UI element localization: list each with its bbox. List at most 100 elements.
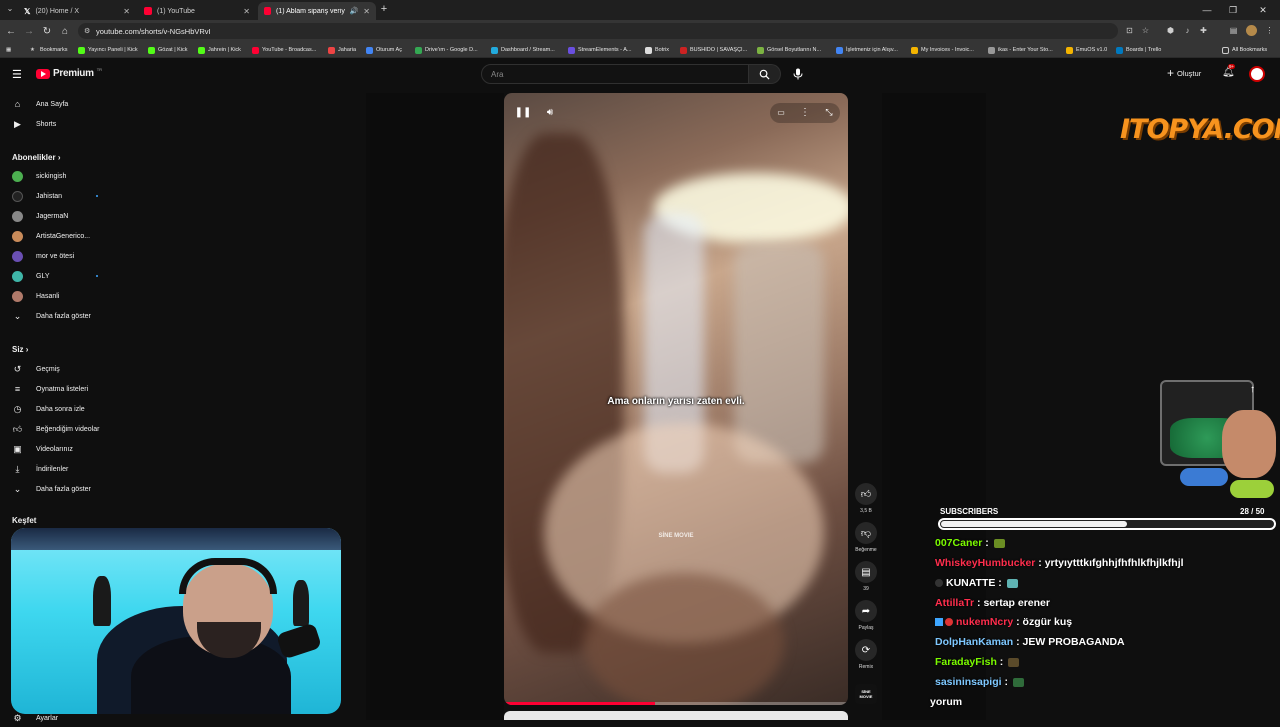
sidebar-item-channel[interactable]: ArtistaGenerico... [0,227,116,245]
back-icon[interactable]: ← [4,24,18,38]
tab-youtube[interactable]: (1) YouTube ✕ [138,2,256,20]
speaker-icon[interactable]: 🔊 [350,7,359,15]
bookmark-item[interactable]: İşletmeniz için Alışv... [836,44,898,56]
youtube-premium-logo[interactable]: Premium TR [36,67,102,79]
bookmark-item[interactable]: EmuOS v1.0 [1066,44,1107,56]
tab-x-home[interactable]: 𝕏 (20) Home / X ✕ [18,2,136,20]
show-more-subscriptions[interactable]: ⌄ Daha fazla göster [0,307,116,325]
sidebar-item-channel[interactable]: Jahistan [0,187,116,205]
bookmark-item[interactable]: Jahrein | Kick [198,44,241,56]
profile-avatar[interactable] [1246,25,1257,36]
media-icon[interactable]: ♪ [1182,25,1193,36]
dislike-button[interactable]: 👎︎ Beğenme [852,522,880,553]
sidebar-item-channel[interactable]: GLY [0,267,116,285]
menu-kebab-icon[interactable]: ⋮ [1264,25,1275,36]
bookmark-item[interactable]: Yayıncı Paneli | Kick [78,44,138,56]
all-bookmarks[interactable]: All Bookmarks [1222,44,1267,56]
sidebar-item-watch-later[interactable]: ◷ Daha sonra izle [0,400,116,418]
figurine-shelf [11,528,341,550]
bookmark-item[interactable]: StreamElements - A... [568,44,632,56]
dislike-icon: 👎︎ [855,522,877,544]
pause-icon[interactable]: ❚❚ [514,103,532,121]
url-field[interactable]: ⚙ youtube.com/shorts/v-NGsHbVRvI [78,23,1118,39]
home-icon[interactable]: ⌂ [58,24,72,38]
show-more-you[interactable]: ⌄ Daha fazla göster [0,480,116,498]
close-icon[interactable]: ✕ [243,7,250,16]
share-button[interactable]: ➦ Paylaş [852,600,880,631]
reload-icon[interactable]: ↻ [40,24,54,38]
apps-grid-icon[interactable]: ▦ [6,44,11,56]
bookmark-item[interactable]: Drive'ım - Google D... [415,44,478,56]
extension-icon[interactable]: ⬢ [1165,25,1176,36]
minimize-icon[interactable]: — [1194,0,1220,20]
subscribers-label: SUBSCRIBERS [940,507,999,516]
close-icon[interactable]: ✕ [123,7,130,16]
new-tab-button[interactable]: + [378,3,390,17]
channel-badge[interactable]: SİNE MOVIE [855,684,877,704]
chat-badge-icon [935,579,943,588]
install-app-icon[interactable]: ⊡ [1124,25,1135,36]
mascot-item [1230,480,1274,498]
search-icon [759,69,770,80]
chat-message: AttillaTr : sertap erener [935,597,1050,609]
account-avatar[interactable] [1249,66,1265,82]
tab-search-icon[interactable]: ⌄ [4,4,16,16]
bookmark-item[interactable]: Jaharia [328,44,356,56]
sidebar-item-downloads[interactable]: ⤓ İndirilenler [0,460,116,478]
sidebar-item-liked[interactable]: 👍︎ Beğendiğim videolar [0,420,116,438]
comments-button[interactable]: ▤ 39 [852,561,880,592]
bookmark-star-icon[interactable]: ☆ [1140,25,1151,36]
extensions-puzzle-icon[interactable]: ✚ [1198,25,1209,36]
sidebar-icon[interactable]: ▤ [1228,25,1239,36]
like-button[interactable]: 👍︎ 3,5 B [852,483,880,514]
close-icon[interactable]: ✕ [363,7,370,16]
forward-icon[interactable]: → [22,24,36,38]
next-short-preview[interactable] [504,711,848,720]
sidebar-item-history[interactable]: ↺ Geçmiş [0,360,116,378]
browser-tab-bar: ⌄ 𝕏 (20) Home / X ✕ (1) YouTube ✕ (1) Ab… [0,0,1280,20]
sidebar-item-channel[interactable]: Hasanli [0,287,116,305]
youtube-header: ☰ Premium TR Ara + Oluştur 🔔︎ 9+ [0,58,1280,92]
search-button[interactable] [749,64,781,84]
site-info-icon[interactable]: ⚙ [84,27,90,35]
voice-search-button[interactable] [793,67,803,85]
maximize-icon[interactable]: ❐ [1220,0,1246,20]
create-button[interactable]: + Oluştur [1167,67,1201,79]
sidebar-item-channel[interactable]: sickingish [0,167,116,185]
sidebar-item-your-videos[interactable]: ▣ Videolarınız [0,440,116,458]
sidebar-item-playlists[interactable]: ≡ Oynatma listeleri [0,380,116,398]
video-progress-bar[interactable] [504,702,848,705]
hamburger-menu-icon[interactable]: ☰ [12,68,22,81]
bookmark-item[interactable]: ikas - Enter Your Sto... [988,44,1053,56]
chat-text: yrtyıytttkıfghhjfhfhlkfhjlkfhjl [1044,557,1184,569]
sidebar-item-channel[interactable]: mor ve ötesi [0,247,116,265]
fullscreen-icon[interactable]: ⤡ [820,103,838,121]
you-header[interactable]: Siz › [12,345,28,354]
remix-icon: ⟳ [855,639,877,661]
remix-button[interactable]: ⟳ Remix [852,639,880,670]
more-options-icon[interactable]: ⋮ [796,103,814,121]
subscriptions-header[interactable]: Abonelikler › [12,153,60,162]
search-input[interactable]: Ara [481,64,749,84]
close-window-icon[interactable]: ✕ [1250,0,1276,20]
bookmark-item[interactable]: ★ Bookmarks [30,44,68,56]
tab-shorts-active[interactable]: (1) Ablam sipariş veriyor | 🔊 ✕ [258,2,376,20]
bookmark-item[interactable]: YouTube - Broadcas... [252,44,316,56]
bookmark-item[interactable]: Görsel Boyutlarını N... [757,44,821,56]
sidebar-item-shorts[interactable]: ▶ Shorts [0,115,116,133]
bookmark-item[interactable]: Oturum Aç [366,44,402,56]
sidebar-item-channel[interactable]: JagermaN [0,207,116,225]
bookmark-item[interactable]: Gözat | Kick [148,44,188,56]
video-subtitle: Ama onların yarısı zaten evli. [607,396,745,407]
captions-icon[interactable]: ▭ [772,103,790,121]
new-content-dot [96,275,98,277]
bookmark-item[interactable]: Dashboard / Stream... [491,44,555,56]
volume-icon[interactable]: 🔊︎ [541,103,559,121]
shorts-video-player[interactable]: ❚❚ 🔊︎ ▭ ⋮ ⤡ Ama onların yarısı zaten evl… [504,93,848,705]
bookmark-item[interactable]: My Invoices - Invoic... [911,44,974,56]
notifications-button[interactable]: 🔔︎ 9+ [1222,64,1236,81]
bookmark-item[interactable]: Botrix [645,44,669,56]
bookmark-item[interactable]: Boards | Trello [1116,44,1161,56]
sidebar-item-home[interactable]: ⌂ Ana Sayfa [0,95,116,113]
bookmark-item[interactable]: BUSHIDO | SAVAŞÇI... [680,44,747,56]
